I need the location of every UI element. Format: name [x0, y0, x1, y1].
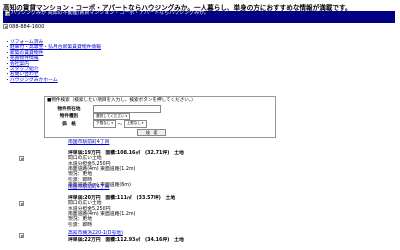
search-instructions: ■物件検索（検索したい項目を入力し、検索ボタンを押してください。） [47, 98, 196, 103]
broken-image-icon [5, 11, 10, 16]
listing-item: 南国市駅前町4丁目 坪単価:19万円 面積:108.16㎡ (32.71坪) 土… [19, 140, 184, 189]
listing-item: 南国市駅前町4丁目 坪単価:20万円 面積:111㎡ (33.57坪) 土地 間… [19, 185, 175, 228]
banner-logo-alt: ハウジングみか 高知の不動産/賃貸マンション・コーポ・アパートならハウジングみか… [11, 10, 210, 16]
listing-thumbnail-icon[interactable] [19, 201, 24, 206]
phone-number: 088-884-1600 [3, 24, 44, 30]
listing-item: 高知市横浜220-1(D号地) 坪単価:22万円 面積:112.93㎡ (34.… [19, 231, 184, 244]
location-label: 物件所在地 [57, 106, 81, 112]
type-label: 物件種別 [59, 114, 79, 120]
price-min-select[interactable]: 下限なし [93, 120, 116, 128]
property-search-form: ■物件検索（検索したい項目を入力し、検索ボタンを押してください。） 物件所在地 … [44, 96, 276, 138]
nav-item-home[interactable]: ハウジングみかホーム [5, 78, 101, 83]
search-button[interactable]: 検 索 [137, 128, 167, 136]
price-label: 価 格 [62, 121, 76, 127]
price-max-select[interactable]: 上限なし [123, 120, 147, 128]
nav-menu: リフォーム済み 駐車付・高専生・弘月台新築賃貸物件情報 新築の賃貸物件 売買物件… [5, 40, 101, 83]
listing-detail: 引渡：即時 [68, 222, 92, 228]
phone-text: 088-884-1600 [9, 24, 45, 30]
site-banner[interactable]: ハウジングみか 高知の不動産/賃貸マンション・コーポ・アパートならハウジングみか… [3, 10, 395, 23]
type-select[interactable]: 選択してください [93, 112, 131, 120]
location-input[interactable] [93, 105, 161, 113]
listing-stats: 坪単価:22万円 面積:112.93㎡ (34.16坪) 土地 [68, 238, 184, 244]
price-separator: 〜 [117, 122, 123, 128]
broken-image-icon [3, 24, 8, 29]
listing-thumbnail-icon[interactable] [19, 156, 24, 161]
search-table: 物件所在地 物件種別 選択してください 価 格 下限なし 〜 上限なし [47, 105, 163, 128]
listing-thumbnail-icon[interactable] [19, 233, 24, 238]
